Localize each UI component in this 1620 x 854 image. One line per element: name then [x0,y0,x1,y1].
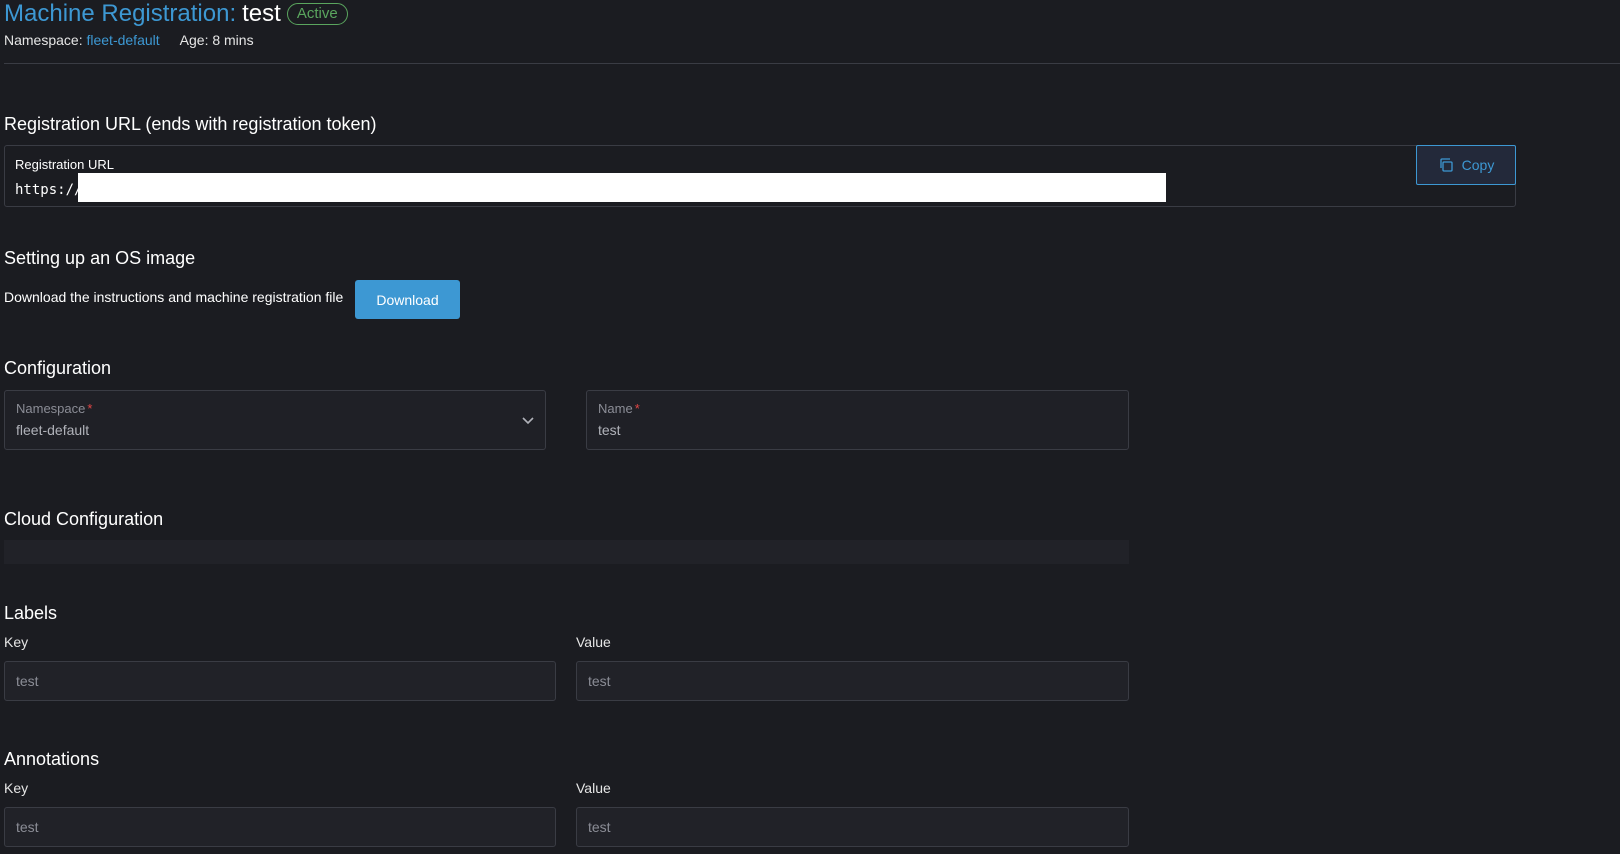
copy-button-label: Copy [1461,157,1495,173]
namespace-select-value: fleet-default [16,422,90,438]
header-divider [4,63,1620,64]
resource-type-label: Machine Registration: [4,0,237,27]
namespace-meta: Namespace: fleet-default [4,32,160,48]
redacted-token [78,173,1166,202]
status-badge: Active [286,3,348,25]
required-indicator: * [87,401,93,416]
cloud-configuration-heading: Cloud Configuration [4,509,164,529]
configuration-heading: Configuration [4,358,112,378]
chevron-down-icon [522,417,534,425]
labels-key-header: Key [4,634,29,650]
name-input-label-text: Name [598,401,633,416]
registration-url-label: Registration URL [15,157,114,172]
annotations-value-header: Value [576,780,611,796]
registration-url-value[interactable]: https:// [15,176,82,204]
cloud-configuration-editor[interactable] [4,540,1129,564]
name-input-value: test [598,422,621,438]
registration-url-heading: Registration URL (ends with registration… [4,114,377,134]
namespace-select-label: Namespace * [16,401,92,416]
download-button[interactable]: Download [355,280,460,319]
resource-name: test [242,0,281,27]
copy-icon [1440,158,1453,172]
annotations-key-header: Key [4,780,29,796]
labels-heading: Labels [4,603,58,623]
annotations-value-input[interactable]: test [576,807,1129,847]
labels-value-header: Value [576,634,611,650]
namespace-select-label-text: Namespace [16,401,86,416]
required-indicator: * [634,401,640,416]
age-meta: Age: 8 mins [179,32,254,48]
name-input-label: Name * [598,401,640,416]
resource-meta: Namespace: fleet-default Age: 8 mins [4,32,254,48]
annotations-heading: Annotations [4,749,100,769]
labels-value-input[interactable]: test [576,661,1129,701]
os-image-heading: Setting up an OS image [4,248,196,268]
download-description: Download the instructions and machine re… [4,289,344,305]
namespace-meta-label: Namespace: [4,32,83,48]
namespace-select[interactable]: Namespace * fleet-default [4,390,546,450]
annotations-key-input[interactable]: test [4,807,556,847]
page-title: Machine Registration: test Active [4,0,348,28]
copy-button[interactable]: Copy [1416,145,1516,185]
name-input[interactable]: Name * test [586,390,1129,450]
labels-key-input[interactable]: test [4,661,556,701]
namespace-link[interactable]: fleet-default [86,32,159,48]
